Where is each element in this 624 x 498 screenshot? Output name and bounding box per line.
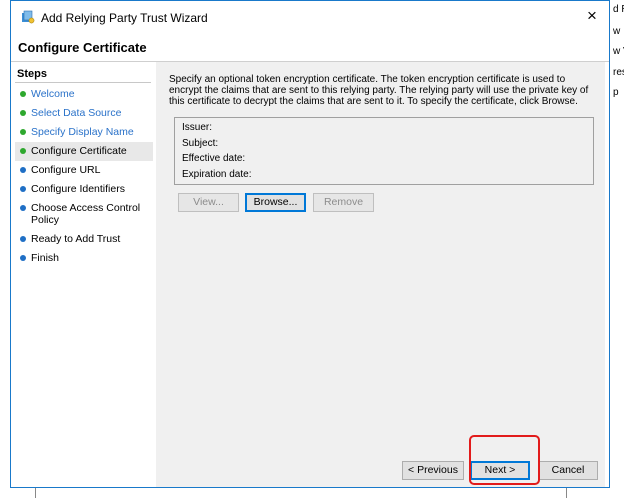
step-configure-certificate: Configure Certificate	[15, 142, 153, 161]
step-label: Specify Display Name	[31, 126, 134, 138]
step-ready-to-add-trust: Ready to Add Trust	[15, 233, 153, 245]
effective-date-label: Effective date:	[182, 153, 246, 164]
subject-label: Subject:	[182, 138, 219, 149]
step-status-dot-icon	[20, 167, 26, 173]
step-status-dot-icon	[20, 236, 26, 242]
step-label: Configure Certificate	[31, 145, 127, 157]
steps-divider	[15, 82, 151, 83]
step-status-dot-icon	[20, 148, 26, 154]
wizard-window: Add Relying Party Trust Wizard × Configu…	[10, 0, 610, 488]
step-status-dot-icon	[20, 205, 26, 211]
step-choose-access-control-policy: Choose Access Control Policy	[15, 202, 153, 226]
background-text-fragment: d R	[613, 4, 624, 15]
certificate-details-box: Issuer: Subject: Effective date: Expirat…	[174, 117, 594, 185]
content-panel: Specify an optional token encryption cer…	[156, 62, 605, 487]
cancel-button[interactable]: Cancel	[538, 461, 598, 480]
title-bar[interactable]: Add Relying Party Trust Wizard ×	[11, 1, 609, 33]
page-title: Configure Certificate	[18, 40, 147, 55]
window-title: Add Relying Party Trust Wizard	[41, 11, 208, 25]
step-status-dot-icon	[20, 110, 26, 116]
step-welcome[interactable]: Welcome	[15, 88, 153, 100]
step-status-dot-icon	[20, 91, 26, 97]
close-icon[interactable]: ×	[575, 1, 609, 31]
background-text-fragment: w V	[613, 46, 624, 57]
background-text-fragment: p	[613, 87, 619, 98]
step-label: Ready to Add Trust	[31, 233, 121, 245]
remove-button: Remove	[313, 193, 374, 212]
relying-party-wizard-icon	[22, 10, 35, 24]
page-header: Configure Certificate	[11, 33, 609, 61]
steps-panel: Steps Welcome Select Data Source Specify…	[11, 62, 155, 487]
background-text-fragment: w	[613, 26, 621, 37]
step-configure-url: Configure URL	[15, 164, 153, 176]
step-label: Select Data Source	[31, 107, 122, 119]
step-status-dot-icon	[20, 255, 26, 261]
instructions-text: Specify an optional token encryption cer…	[169, 74, 589, 107]
step-configure-identifiers: Configure Identifiers	[15, 183, 153, 195]
step-status-dot-icon	[20, 129, 26, 135]
step-label: Finish	[31, 252, 60, 264]
step-specify-display-name[interactable]: Specify Display Name	[15, 126, 153, 138]
expiration-date-label: Expiration date:	[182, 169, 252, 180]
previous-button[interactable]: < Previous	[402, 461, 464, 480]
browse-button[interactable]: Browse...	[245, 193, 306, 212]
step-label: Configure Identifiers	[31, 183, 125, 195]
background-text-fragment: res	[613, 67, 624, 78]
next-button-highlight	[469, 435, 540, 485]
step-select-data-source[interactable]: Select Data Source	[15, 107, 153, 119]
step-label: Configure URL	[31, 164, 101, 176]
steps-heading: Steps	[17, 68, 47, 80]
step-label: Choose Access Control Policy	[31, 202, 141, 226]
background-window-edge: d R w w V res p	[611, 0, 624, 498]
step-label: Welcome	[31, 88, 75, 100]
step-finish: Finish	[15, 252, 153, 264]
issuer-label: Issuer:	[182, 122, 213, 133]
view-button: View...	[178, 193, 239, 212]
step-status-dot-icon	[20, 186, 26, 192]
